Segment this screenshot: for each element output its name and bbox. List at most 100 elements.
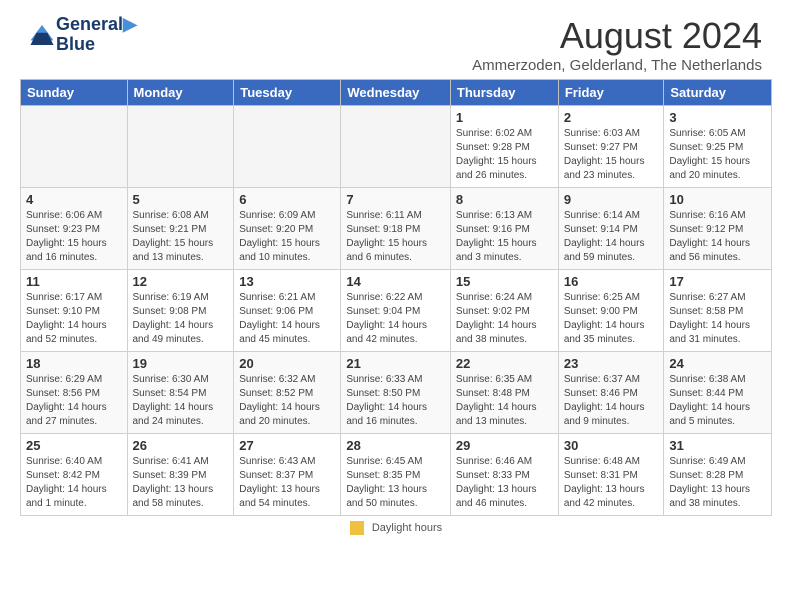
calendar-cell: 10 Sunrise: 6:16 AMSunset: 9:12 PMDayligh… <box>664 188 772 270</box>
day-info: Sunrise: 6:24 AMSunset: 9:02 PMDaylight:… <box>456 291 553 347</box>
day-info: Sunrise: 6:09 AMSunset: 9:20 PMDaylight:… <box>239 209 335 265</box>
day-number: 23 <box>564 356 659 371</box>
day-header-monday: Monday <box>127 80 234 106</box>
calendar-cell: 14 Sunrise: 6:22 AMSunset: 9:04 PMDayligh… <box>341 270 451 352</box>
day-number: 14 <box>346 274 445 289</box>
calendar-cell: 13 Sunrise: 6:21 AMSunset: 9:06 PMDayligh… <box>234 270 341 352</box>
day-header-saturday: Saturday <box>664 80 772 106</box>
day-info: Sunrise: 6:03 AMSunset: 9:27 PMDaylight:… <box>564 127 659 183</box>
day-number: 7 <box>346 192 445 207</box>
logo-text: General▶ Blue <box>56 15 137 55</box>
day-info: Sunrise: 6:06 AMSunset: 9:23 PMDaylight:… <box>26 209 122 265</box>
calendar-cell: 11Sunrise: 6:17 AMSunset: 9:10 PMDayligh… <box>21 270 128 352</box>
day-info: Sunrise: 6:05 AMSunset: 9:25 PMDaylight:… <box>669 127 766 183</box>
day-info: Sunrise: 6:30 AMSunset: 8:54 PMDaylight:… <box>133 373 229 429</box>
day-info: Sunrise: 6:43 AMSunset: 8:37 PMDaylight:… <box>239 455 335 511</box>
day-number: 22 <box>456 356 553 371</box>
day-info: Sunrise: 6:37 AMSunset: 8:46 PMDaylight:… <box>564 373 659 429</box>
location: Ammerzoden, Gelderland, The Netherlands <box>472 57 762 74</box>
calendar-cell: 22Sunrise: 6:35 AMSunset: 8:48 PMDayligh… <box>450 352 558 434</box>
calendar-cell <box>234 106 341 188</box>
day-info: Sunrise: 6:16 AMSunset: 9:12 PMDaylight:… <box>669 209 766 265</box>
calendar-cell: 16 Sunrise: 6:25 AMSunset: 9:00 PMDayligh… <box>558 270 664 352</box>
day-info: Sunrise: 6:29 AMSunset: 8:56 PMDaylight:… <box>26 373 122 429</box>
calendar-cell: 25Sunrise: 6:40 AMSunset: 8:42 PMDayligh… <box>21 434 128 516</box>
day-number: 16 <box>564 274 659 289</box>
day-info: Sunrise: 6:48 AMSunset: 8:31 PMDaylight:… <box>564 455 659 511</box>
page-header: General▶ Blue August 2024 Ammerzoden, Ge… <box>10 5 782 79</box>
day-header-wednesday: Wednesday <box>341 80 451 106</box>
day-header-thursday: Thursday <box>450 80 558 106</box>
day-number: 28 <box>346 438 445 453</box>
title-section: August 2024 Ammerzoden, Gelderland, The … <box>472 15 762 74</box>
calendar-cell: 6 Sunrise: 6:09 AMSunset: 9:20 PMDaylight… <box>234 188 341 270</box>
day-number: 24 <box>669 356 766 371</box>
calendar-cell: 1 Sunrise: 6:02 AMSunset: 9:28 PMDaylight… <box>450 106 558 188</box>
day-info: Sunrise: 6:11 AMSunset: 9:18 PMDaylight:… <box>346 209 445 265</box>
day-info: Sunrise: 6:14 AMSunset: 9:14 PMDaylight:… <box>564 209 659 265</box>
calendar-cell: 23 Sunrise: 6:37 AMSunset: 8:46 PMDayligh… <box>558 352 664 434</box>
day-number: 31 <box>669 438 766 453</box>
calendar-cell: 21 Sunrise: 6:33 AMSunset: 8:50 PMDayligh… <box>341 352 451 434</box>
calendar-cell: 8Sunrise: 6:13 AMSunset: 9:16 PMDaylight… <box>450 188 558 270</box>
day-number: 15 <box>456 274 553 289</box>
calendar-week-row: 18Sunrise: 6:29 AMSunset: 8:56 PMDayligh… <box>21 352 772 434</box>
calendar-cell: 29 Sunrise: 6:46 AMSunset: 8:33 PMDayligh… <box>450 434 558 516</box>
calendar-cell: 31Sunrise: 6:49 AMSunset: 8:28 PMDayligh… <box>664 434 772 516</box>
day-number: 9 <box>564 192 659 207</box>
daylight-icon <box>350 521 364 535</box>
calendar-week-row: 25Sunrise: 6:40 AMSunset: 8:42 PMDayligh… <box>21 434 772 516</box>
day-info: Sunrise: 6:33 AMSunset: 8:50 PMDaylight:… <box>346 373 445 429</box>
calendar-header-row: SundayMondayTuesdayWednesdayThursdayFrid… <box>21 80 772 106</box>
calendar-cell: 26Sunrise: 6:41 AMSunset: 8:39 PMDayligh… <box>127 434 234 516</box>
day-number: 4 <box>26 192 122 207</box>
calendar-cell: 12 Sunrise: 6:19 AMSunset: 9:08 PMDayligh… <box>127 270 234 352</box>
day-info: Sunrise: 6:32 AMSunset: 8:52 PMDaylight:… <box>239 373 335 429</box>
day-number: 21 <box>346 356 445 371</box>
calendar-week-row: 11Sunrise: 6:17 AMSunset: 9:10 PMDayligh… <box>21 270 772 352</box>
calendar-cell: 27Sunrise: 6:43 AMSunset: 8:37 PMDayligh… <box>234 434 341 516</box>
calendar-cell <box>127 106 234 188</box>
calendar-cell: 28 Sunrise: 6:45 AMSunset: 8:35 PMDayligh… <box>341 434 451 516</box>
day-info: Sunrise: 6:17 AMSunset: 9:10 PMDaylight:… <box>26 291 122 347</box>
day-info: Sunrise: 6:19 AMSunset: 9:08 PMDaylight:… <box>133 291 229 347</box>
day-number: 29 <box>456 438 553 453</box>
day-number: 3 <box>669 110 766 125</box>
calendar-cell: 5Sunrise: 6:08 AMSunset: 9:21 PMDaylight… <box>127 188 234 270</box>
day-number: 19 <box>133 356 229 371</box>
month-year: August 2024 <box>472 15 762 57</box>
day-number: 13 <box>239 274 335 289</box>
day-number: 6 <box>239 192 335 207</box>
calendar-week-row: 1 Sunrise: 6:02 AMSunset: 9:28 PMDaylight… <box>21 106 772 188</box>
calendar-cell: 3 Sunrise: 6:05 AMSunset: 9:25 PMDaylight… <box>664 106 772 188</box>
day-info: Sunrise: 6:21 AMSunset: 9:06 PMDaylight:… <box>239 291 335 347</box>
day-number: 2 <box>564 110 659 125</box>
day-number: 10 <box>669 192 766 207</box>
calendar-cell: 15 Sunrise: 6:24 AMSunset: 9:02 PMDayligh… <box>450 270 558 352</box>
day-number: 1 <box>456 110 553 125</box>
calendar-cell <box>21 106 128 188</box>
calendar-footer: Daylight hours <box>10 516 782 540</box>
day-info: Sunrise: 6:45 AMSunset: 8:35 PMDaylight:… <box>346 455 445 511</box>
day-number: 12 <box>133 274 229 289</box>
logo: General▶ Blue <box>30 15 137 55</box>
day-number: 20 <box>239 356 335 371</box>
day-info: Sunrise: 6:22 AMSunset: 9:04 PMDaylight:… <box>346 291 445 347</box>
day-number: 17 <box>669 274 766 289</box>
calendar-cell: 7 Sunrise: 6:11 AMSunset: 9:18 PMDaylight… <box>341 188 451 270</box>
day-header-sunday: Sunday <box>21 80 128 106</box>
calendar-cell: 4 Sunrise: 6:06 AMSunset: 9:23 PMDaylight… <box>21 188 128 270</box>
calendar-cell: 9 Sunrise: 6:14 AMSunset: 9:14 PMDaylight… <box>558 188 664 270</box>
calendar-week-row: 4 Sunrise: 6:06 AMSunset: 9:23 PMDaylight… <box>21 188 772 270</box>
day-info: Sunrise: 6:25 AMSunset: 9:00 PMDaylight:… <box>564 291 659 347</box>
day-number: 26 <box>133 438 229 453</box>
calendar-cell: 19 Sunrise: 6:30 AMSunset: 8:54 PMDayligh… <box>127 352 234 434</box>
day-info: Sunrise: 6:02 AMSunset: 9:28 PMDaylight:… <box>456 127 553 183</box>
day-number: 8 <box>456 192 553 207</box>
day-number: 30 <box>564 438 659 453</box>
calendar-cell <box>341 106 451 188</box>
day-header-tuesday: Tuesday <box>234 80 341 106</box>
day-info: Sunrise: 6:27 AMSunset: 8:58 PMDaylight:… <box>669 291 766 347</box>
day-info: Sunrise: 6:40 AMSunset: 8:42 PMDaylight:… <box>26 455 122 511</box>
day-info: Sunrise: 6:46 AMSunset: 8:33 PMDaylight:… <box>456 455 553 511</box>
